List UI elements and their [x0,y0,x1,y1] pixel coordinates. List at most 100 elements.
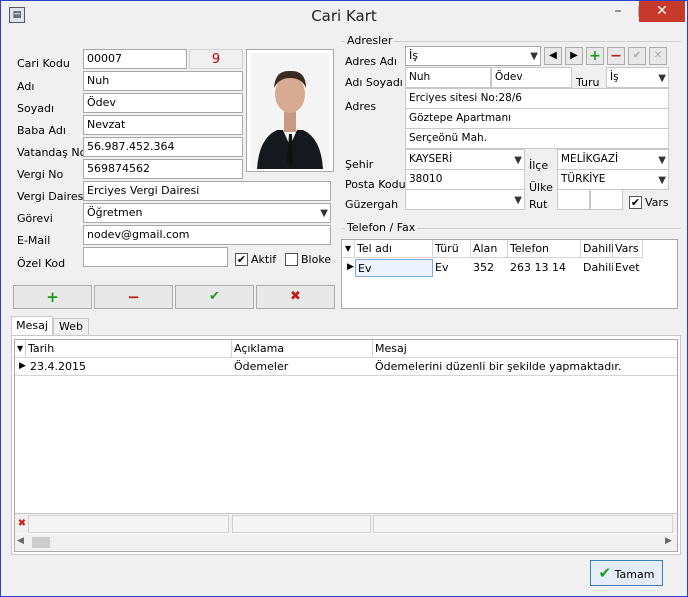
next-address-button[interactable]: ▶ [565,47,583,65]
ilce-select[interactable]: MELİKGAZİ ▼ [557,149,669,170]
tel-cell-turu[interactable]: Ev [433,259,471,277]
ozel-kod-label: Özel Kod [17,257,66,270]
rut-input-1[interactable] [557,189,590,210]
adres-adi-select[interactable]: İş ▼ [405,46,541,66]
horizontal-scrollbar[interactable]: ◀ ▶ [15,534,677,551]
gorevi-label: Görevi [17,212,53,225]
chevron-down-icon[interactable]: ▼ [514,151,522,169]
chevron-down-icon[interactable]: ▼ [658,171,666,189]
col-mesaj[interactable]: Mesaj [373,340,677,358]
scroll-thumb[interactable] [32,537,50,548]
confirm-address-button[interactable]: ✔ [628,47,646,65]
row-separator [15,375,677,376]
tel-cell-telefon[interactable]: 263 13 14 [508,259,581,277]
col-vars[interactable]: Vars [613,240,643,258]
tab-web[interactable]: Web [53,318,89,336]
add-address-button[interactable]: + [586,47,604,65]
soyadi-label: Soyadı [17,102,55,115]
mesaj-cell-aciklama[interactable]: Ödemeler [232,358,373,376]
prev-address-button[interactable]: ◀ [544,47,562,65]
baba-adi-label: Baba Adı [17,124,66,137]
ozel-kod-input[interactable] [83,247,228,267]
col-telefon[interactable]: Telefon [508,240,581,258]
chevron-down-icon[interactable]: ▼ [514,191,522,209]
adres-label: Adres [345,100,377,113]
close-button[interactable]: ✕ [639,1,685,22]
grid-menu-icon[interactable]: ▼ [15,340,26,358]
adi-label: Adı [17,80,35,93]
adi-input[interactable]: Nuh [83,71,243,91]
minimize-button[interactable]: – [605,1,631,22]
col-alan[interactable]: Alan [471,240,508,258]
rut-input-2[interactable] [590,189,623,210]
address-line-2[interactable]: Göztepe Apartmanı [405,108,669,129]
row-indicator-icon: ▶ [19,361,26,371]
mesaj-cell-mesaj[interactable]: Ödemelerini düzenli bir şekilde yapmakta… [373,358,677,376]
confirm-button[interactable]: ✔ [175,285,254,309]
remove-address-button[interactable]: − [607,47,625,65]
bloke-checkbox[interactable] [285,253,298,266]
col-tarih[interactable]: Tarih [26,340,232,358]
chevron-down-icon[interactable]: ▼ [320,205,328,222]
turu-value: İş [610,71,619,83]
tel-cell-vars[interactable]: Evet [613,259,643,277]
email-input[interactable]: nodev@gmail.com [83,225,331,245]
tab-mesaj[interactable]: Mesaj [11,316,53,336]
vars-checkbox[interactable]: ✔ [629,196,642,209]
vatandas-no-label: Vatandaş No [17,146,87,159]
vergi-dairesi-input[interactable]: Erciyes Vergi Dairesi [83,181,331,201]
address-last-name-input[interactable]: Ödev [491,67,572,88]
sehir-label: Şehir [345,158,374,171]
chevron-down-icon[interactable]: ▼ [658,151,666,169]
add-button[interactable]: + [13,285,92,309]
tel-cell-dahili[interactable]: Dahili [581,259,613,277]
tel-cell-adi[interactable]: Ev [355,259,433,277]
col-aciklama[interactable]: Açıklama [232,340,373,358]
col-dahili[interactable]: Dahili [581,240,614,258]
bloke-label: Bloke [301,253,332,266]
tel-cell-alan[interactable]: 352 [471,259,508,277]
photo-frame[interactable] [246,49,334,172]
scroll-left-icon[interactable]: ◀ [17,536,24,546]
baba-adi-input[interactable]: Nevzat [83,115,243,135]
mesaj-grid[interactable]: ▼ Tarih Açıklama Mesaj ▶ 23.4.2015 Ödeme… [14,339,678,552]
telefon-grid[interactable]: ▼ Tel adı Türü Alan Telefon Dahili Vars … [341,239,678,309]
filter-clear-icon[interactable]: ✖ [17,517,27,531]
vergi-dairesi-label: Vergi Dairesi [17,190,87,203]
ulke-select[interactable]: TÜRKİYE ▼ [557,169,669,190]
vatandas-no-input[interactable]: 56.987.452.364 [83,137,243,157]
posta-kodu-input[interactable]: 38010 [405,169,525,190]
cari-kodu-input[interactable]: 00007 [83,49,187,69]
address-first-name-input[interactable]: Nuh [405,67,491,88]
cancel-button[interactable]: ✖ [256,285,335,309]
tamam-button[interactable]: ✔ Tamam [590,560,663,586]
adi-soyadi-label: Adı Soyadı [345,76,403,89]
gorevi-select[interactable]: Öğretmen ▼ [83,203,331,223]
address-line-1[interactable]: Erciyes sitesi No:28/6 [405,88,669,109]
remove-button[interactable]: − [94,285,173,309]
cari-kodu-label: Cari Kodu [17,57,70,70]
ulke-label: Ülke [529,181,553,194]
guzergah-select[interactable]: ▼ [405,189,525,210]
title-bar: ▤ Cari Kart – □ ✕ [1,1,687,31]
aktif-checkbox[interactable]: ✔ [235,253,248,266]
soyadi-input[interactable]: Ödev [83,93,243,113]
ilce-value: MELİKGAZİ [561,153,619,165]
address-line-3[interactable]: Serçeönü Mah. [405,128,669,149]
scroll-right-icon[interactable]: ▶ [665,536,672,546]
window: ▤ Cari Kart – □ ✕ Cari Kodu 00007 9 Adı … [0,0,688,597]
check-icon: ✔ [598,564,612,582]
adres-adi-label: Adres Adı [345,55,397,68]
adresler-group-title: Adresler [345,34,395,47]
chevron-down-icon[interactable]: ▼ [530,48,538,65]
turu-select[interactable]: İş ▼ [606,67,669,88]
grid-menu-icon[interactable]: ▼ [342,240,355,258]
col-turu[interactable]: Türü [433,240,471,258]
vergi-no-input[interactable]: 569874562 [83,159,243,179]
sehir-select[interactable]: KAYSERİ ▼ [405,149,525,170]
chevron-down-icon[interactable]: ▼ [658,69,666,87]
tab-mesaj-label: Mesaj [16,319,48,332]
cancel-address-button[interactable]: ✕ [649,47,667,65]
col-tel-adi[interactable]: Tel adı [355,240,433,258]
mesaj-cell-tarih[interactable]: 23.4.2015 [28,358,232,376]
